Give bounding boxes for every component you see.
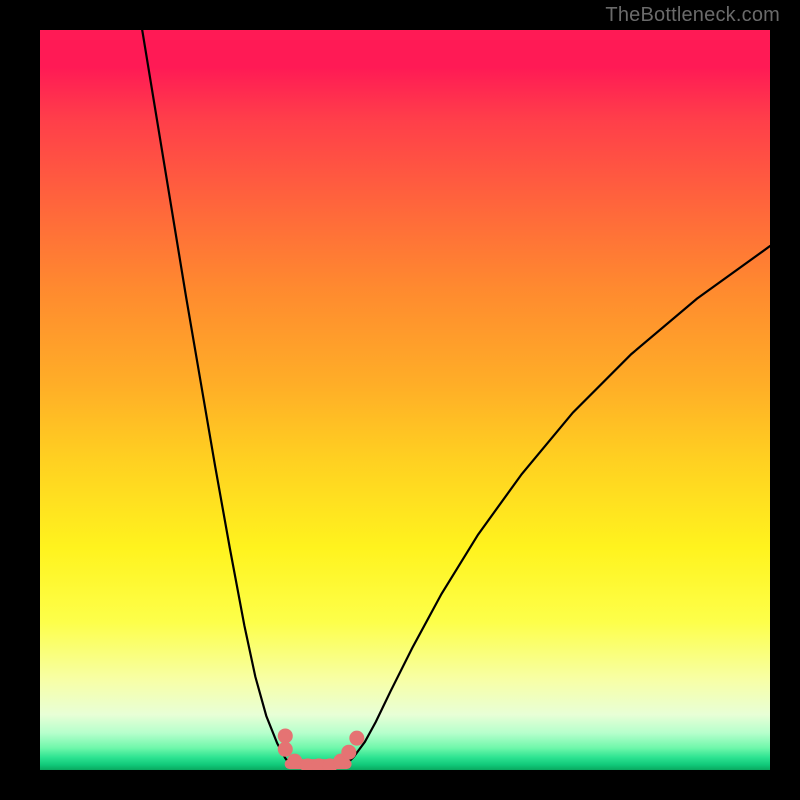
- curve-group: [142, 30, 770, 764]
- minimum-marker: [349, 731, 364, 746]
- curve-right-branch: [347, 246, 770, 764]
- minimum-marker: [341, 745, 356, 760]
- watermark-text: TheBottleneck.com: [605, 4, 780, 27]
- minimum-marker: [278, 742, 293, 757]
- minimum-marker: [287, 754, 302, 769]
- chart-svg: [40, 30, 770, 770]
- minimum-marker: [278, 728, 293, 743]
- chart-frame: TheBottleneck.com: [0, 0, 800, 800]
- chart-plot-area: [40, 30, 770, 770]
- curve-left-branch: [142, 30, 289, 764]
